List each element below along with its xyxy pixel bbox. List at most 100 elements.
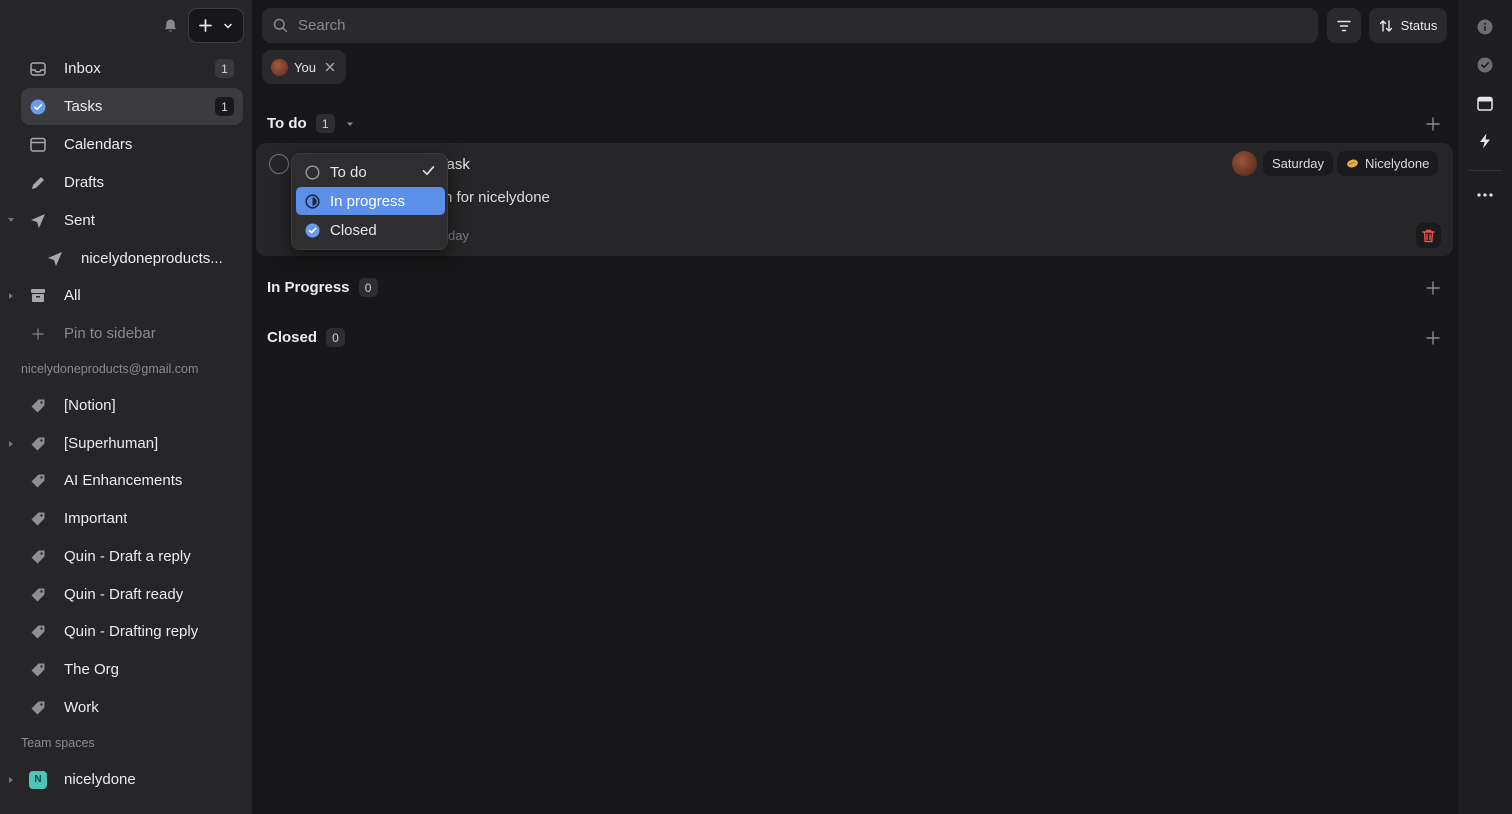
sidebar-item-label: Important xyxy=(64,510,128,527)
info-icon[interactable] xyxy=(1476,18,1494,36)
delete-task-button[interactable] xyxy=(1416,223,1441,248)
status-option-closed[interactable]: Closed xyxy=(296,216,445,244)
tag-icon xyxy=(29,586,47,604)
status-option-label: In progress xyxy=(330,192,406,210)
sidebar-label-ai-enhancements[interactable]: AI Enhancements xyxy=(21,462,243,499)
caret-down-icon[interactable] xyxy=(346,120,354,128)
assignee-avatar[interactable] xyxy=(1232,151,1257,176)
more-options-icon[interactable] xyxy=(1476,186,1494,204)
task-meta: day xyxy=(448,228,469,243)
sidebar-item-all[interactable]: All xyxy=(21,277,243,314)
workspace-name: nicelydone xyxy=(64,771,136,788)
chevron-down-icon[interactable] xyxy=(223,21,233,31)
sidebar-item-label: Quin - Draft ready xyxy=(64,586,184,603)
hands-emoji-icon xyxy=(1346,158,1359,169)
sidebar-item-inbox[interactable]: Inbox 1 xyxy=(21,50,243,87)
send-icon xyxy=(46,250,64,268)
status-option-in-progress[interactable]: In progress xyxy=(296,187,445,215)
close-icon[interactable] xyxy=(325,62,335,72)
compose-button[interactable] xyxy=(188,8,244,43)
sidebar-item-drafts[interactable]: Drafts xyxy=(21,164,243,201)
sidebar-item-label: Calendars xyxy=(64,136,133,153)
sidebar-label-superhuman[interactable]: [Superhuman] xyxy=(21,425,243,462)
sidebar-label-quin-draft-a-reply[interactable]: Quin - Draft a reply xyxy=(21,538,243,575)
sort-status-button[interactable]: Status xyxy=(1369,8,1447,43)
sidebar-item-tasks[interactable]: Tasks 1 xyxy=(21,88,243,125)
sort-label: Status xyxy=(1400,18,1438,33)
lightning-icon[interactable] xyxy=(1476,132,1494,150)
tag-icon xyxy=(29,472,47,490)
plus-icon xyxy=(199,19,213,32)
sidebar-top-actions xyxy=(160,8,244,43)
pin-to-sidebar-button[interactable]: Pin to sidebar xyxy=(21,315,243,352)
group-title: In Progress xyxy=(267,279,350,296)
search-input[interactable] xyxy=(298,17,1198,34)
add-task-in-progress-icon[interactable] xyxy=(1426,281,1440,295)
group-header-closed[interactable]: Closed 0 xyxy=(267,328,346,347)
sidebar-item-label: The Org xyxy=(64,661,120,678)
tag-icon xyxy=(29,661,47,679)
main-panel: Status You To do 1 Task n for nicelydone… xyxy=(252,0,1458,814)
expand-caret-icon[interactable] xyxy=(7,440,15,448)
status-option-label: Closed xyxy=(330,221,377,239)
sidebar-workspace-nicelydone[interactable]: N nicelydone xyxy=(21,761,243,798)
sort-arrows-icon xyxy=(1379,19,1393,33)
group-count-badge: 0 xyxy=(358,278,378,297)
sidebar-label-important[interactable]: Important xyxy=(21,500,243,537)
send-icon xyxy=(29,212,47,230)
sidebar-item-label: Quin - Draft a reply xyxy=(64,548,191,565)
sidebar-item-sent[interactable]: Sent xyxy=(21,202,243,239)
add-task-closed-icon[interactable] xyxy=(1426,331,1440,345)
filter-button[interactable] xyxy=(1327,8,1361,43)
status-option-todo[interactable]: To do xyxy=(296,158,445,186)
sidebar-label-quin-draft-ready[interactable]: Quin - Draft ready xyxy=(21,576,243,613)
assignee-filter-chip[interactable]: You xyxy=(262,50,346,84)
sidebar-item-calendars[interactable]: Calendars xyxy=(21,126,243,163)
chip-label: You xyxy=(294,59,316,75)
calendar-icon[interactable] xyxy=(1476,94,1494,112)
sidebar-item-label: Drafts xyxy=(64,174,105,191)
sidebar-item-label: Pin to sidebar xyxy=(64,325,156,342)
sidebar-label-the-org[interactable]: The Org xyxy=(21,651,243,688)
user-avatar xyxy=(271,58,288,76)
sidebar-item-label: Sent xyxy=(64,212,95,229)
search-bar[interactable] xyxy=(262,8,1318,43)
sidebar: Inbox 1 Tasks 1 Calendars Drafts Sent ni… xyxy=(0,0,252,814)
due-date-pill[interactable]: Saturday xyxy=(1263,151,1334,176)
add-task-todo-icon[interactable] xyxy=(1426,117,1440,131)
archive-icon xyxy=(29,287,47,305)
rail-divider xyxy=(1468,170,1502,171)
workspace-tag-pill[interactable]: Nicelydone xyxy=(1337,151,1439,176)
account-email-heading: nicelydoneproducts@gmail.com xyxy=(21,362,199,376)
team-spaces-heading: Team spaces xyxy=(21,736,95,750)
sidebar-label-quin-drafting-reply[interactable]: Quin - Drafting reply xyxy=(21,613,243,650)
task-description: n for nicelydone xyxy=(444,189,550,206)
task-check-icon xyxy=(29,98,47,116)
expand-caret-icon[interactable] xyxy=(7,216,15,224)
sidebar-label-notion[interactable]: [Notion] xyxy=(21,387,243,424)
status-option-label: To do xyxy=(330,163,367,181)
calendar-icon xyxy=(29,136,47,154)
notifications-bell-icon[interactable] xyxy=(160,16,180,36)
sidebar-item-label: [Notion] xyxy=(64,397,116,414)
sidebar-item-label: All xyxy=(64,287,81,304)
workspace-avatar: N xyxy=(29,770,47,789)
sidebar-item-label: Quin - Drafting reply xyxy=(64,623,199,640)
expand-caret-icon[interactable] xyxy=(7,776,15,784)
sidebar-item-sent-account[interactable]: nicelydoneproducts... xyxy=(38,240,243,277)
search-icon xyxy=(273,18,288,33)
pencil-icon xyxy=(29,174,47,192)
expand-caret-icon[interactable] xyxy=(7,292,15,300)
task-status-checkbox[interactable] xyxy=(269,154,289,174)
task-check-icon[interactable] xyxy=(1476,56,1494,74)
status-dropdown-menu: To do In progress Closed xyxy=(291,153,448,250)
group-header-todo[interactable]: To do 1 xyxy=(267,114,354,133)
sidebar-item-label: Tasks xyxy=(64,98,103,115)
group-header-in-progress[interactable]: In Progress 0 xyxy=(267,278,378,297)
checkmark-icon xyxy=(422,165,435,176)
group-count-badge: 0 xyxy=(326,328,346,347)
task-count-badge: 1 xyxy=(215,97,234,116)
tag-icon xyxy=(29,435,47,453)
sidebar-label-work[interactable]: Work xyxy=(21,689,243,726)
workspace-tag-label: Nicelydone xyxy=(1365,156,1430,171)
